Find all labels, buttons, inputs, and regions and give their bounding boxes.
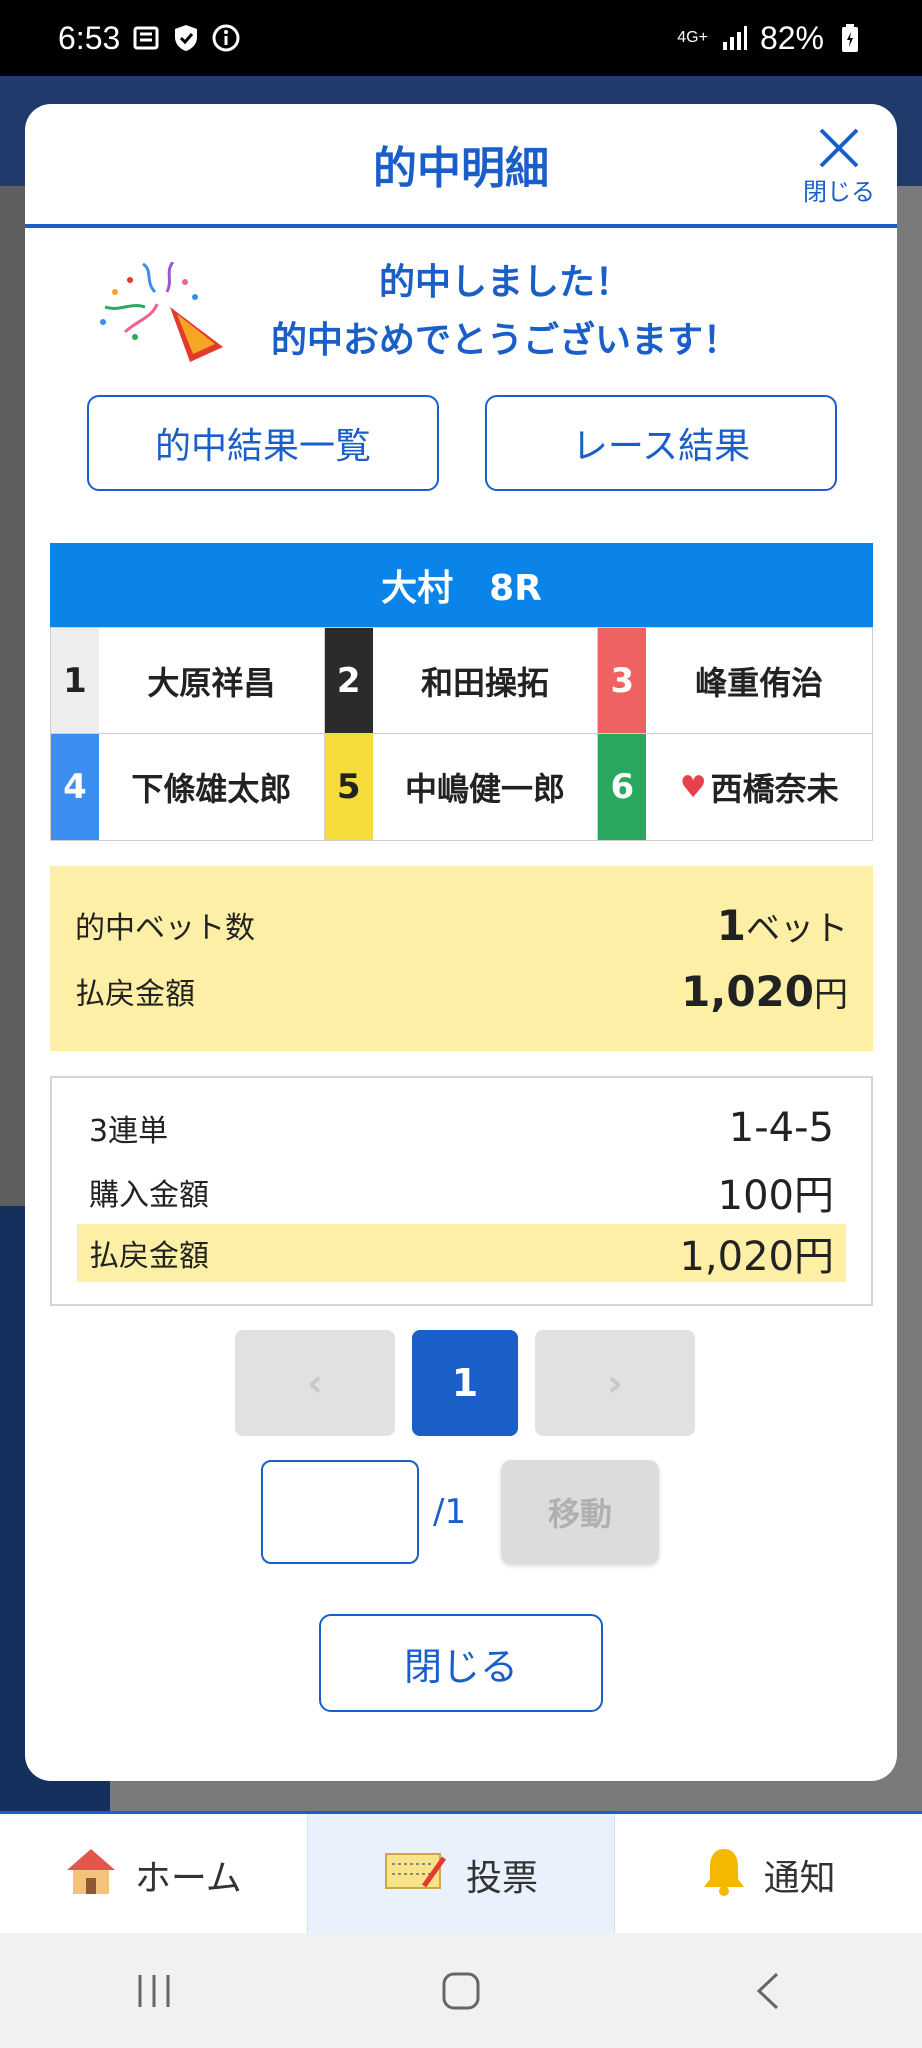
hit-results-button[interactable]: 的中結果一覧 <box>87 395 439 491</box>
racer-name: 和田操拓 <box>420 663 549 702</box>
status-time: 6:53 <box>58 19 121 56</box>
nav-notify[interactable]: 通知 <box>615 1814 922 1936</box>
bet-count-value: 1ベット <box>717 901 848 950</box>
racer-name: 中嶋健一郎 <box>404 770 565 808</box>
nav-vote-label: 投票 <box>466 1858 539 1899</box>
page-total: /1 <box>433 1492 467 1532</box>
status-bar: 6:53 4G+ 82% <box>0 0 922 76</box>
home-icon <box>65 1846 117 1905</box>
bet-count-number: 1 <box>716 900 746 950</box>
close-icon <box>799 126 879 176</box>
payout-total-number: 1,020 <box>681 966 814 1016</box>
racer-cell: 6 ♥ 西橋奈未 <box>598 734 872 840</box>
close-button[interactable]: 閉じる <box>799 126 879 216</box>
recent-apps-icon[interactable] <box>114 1961 194 2021</box>
racer-name: 大原祥昌 <box>147 663 276 702</box>
nav-notify-label: 通知 <box>763 1858 836 1899</box>
bet-type-label: 3連単 <box>89 1114 169 1149</box>
racer-name: 下條雄太郎 <box>131 770 292 808</box>
congrats-line-2: 的中おめでとうございます！ <box>270 320 739 361</box>
racer-number: 4 <box>51 734 99 840</box>
news-icon <box>132 24 160 52</box>
payout-row: 払戻金額 1,020円 <box>77 1224 846 1282</box>
purchase-row: 購入金額 100円 <box>77 1160 846 1224</box>
close-label: 閉じる <box>803 178 875 206</box>
status-left: 6:53 <box>58 20 240 57</box>
modal-title: 的中明細 <box>373 143 549 194</box>
racer-name-cell: 下條雄太郎 <box>99 734 324 840</box>
back-icon[interactable] <box>728 1961 808 2021</box>
network-label: 4G+ <box>677 29 708 46</box>
racer-name: 西橋奈未 <box>710 770 839 808</box>
pagination: ‹ 1 › <box>235 1330 695 1440</box>
prev-page-button[interactable]: ‹ <box>235 1330 395 1436</box>
battery-percent: 82% <box>759 19 824 56</box>
app-bottom-nav: ホーム 投票 通知 <box>0 1811 922 1936</box>
payout-total-row: 払戻金額 1,020円 <box>75 958 848 1024</box>
bet-combination: 1-4-5 <box>728 1105 834 1151</box>
bet-detail: 3連単 1-4-5 購入金額 100円 払戻金額 1,020円 <box>50 1076 873 1306</box>
battery-icon <box>836 24 864 52</box>
payout-label: 払戻金額 <box>89 1239 209 1274</box>
shield-icon <box>172 24 200 52</box>
current-page-button[interactable]: 1 <box>412 1330 518 1436</box>
congrats-message: 的中しました！ 的中おめでとうございます！ <box>25 254 897 374</box>
signal-icon <box>720 24 748 52</box>
bet-count-row: 的中ベット数 1ベット <box>75 892 848 958</box>
racer-name: 峰重侑治 <box>695 663 824 702</box>
payout-value: 1,020円 <box>679 1234 834 1280</box>
home-button-icon[interactable] <box>421 1961 501 2021</box>
congrats-line-1: 的中しました！ <box>378 262 631 303</box>
payout-total-unit: 円 <box>814 974 848 1015</box>
modal-header: 的中明細 閉じる <box>25 104 897 228</box>
payout-total-value: 1,020円 <box>681 967 848 1016</box>
status-right: 4G+ 82% <box>677 20 864 57</box>
racer-number: 1 <box>51 628 99 733</box>
racer-cell: 5 中嶋健一郎 <box>324 734 599 840</box>
congrats-text: 的中しました！ 的中おめでとうございます！ <box>225 254 785 370</box>
racer-name-cell: 大原祥昌 <box>99 628 324 733</box>
hit-detail-modal: 的中明細 閉じる 的中しました！ 的中おめでとうございます！ 的中結果一覧 レー… <box>25 104 897 1781</box>
info-icon <box>212 24 240 52</box>
bet-count-unit: ベット <box>746 908 848 949</box>
racer-number: 3 <box>598 628 647 733</box>
race-header: 大村 8R <box>50 543 873 627</box>
race-results-button[interactable]: レース結果 <box>485 395 837 491</box>
bet-count-label: 的中ベット数 <box>75 911 255 946</box>
payout-total-label: 払戻金額 <box>75 977 195 1012</box>
bet-type-row: 3連単 1-4-5 <box>77 1096 846 1160</box>
system-nav-bar <box>0 1933 922 2048</box>
racer-cell: 4 下條雄太郎 <box>51 734 325 840</box>
result-buttons: 的中結果一覧 レース結果 <box>87 395 837 495</box>
bottom-close-button[interactable]: 閉じる <box>319 1614 603 1712</box>
next-page-button[interactable]: › <box>535 1330 695 1436</box>
racer-name-cell: ♥ 西橋奈未 <box>646 734 872 840</box>
purchase-value: 100円 <box>717 1173 834 1219</box>
racer-name-cell: 峰重侑治 <box>646 628 872 733</box>
page-number-input[interactable] <box>261 1460 419 1564</box>
page-jump: /1 移動 <box>261 1460 691 1570</box>
purchase-label: 購入金額 <box>89 1178 209 1213</box>
ticket-icon <box>384 1848 448 1903</box>
party-popper-icon <box>95 261 225 362</box>
racer-cell: 1 大原祥昌 <box>51 628 325 734</box>
hit-summary: 的中ベット数 1ベット 払戻金額 1,020円 <box>50 866 873 1051</box>
nav-vote[interactable]: 投票 <box>306 1814 616 1936</box>
nav-home[interactable]: ホーム <box>0 1814 307 1936</box>
racer-number: 5 <box>324 734 373 840</box>
racer-cell: 2 和田操拓 <box>324 628 599 734</box>
racer-name-cell: 中嶋健一郎 <box>373 734 598 840</box>
racer-cell: 3 峰重侑治 <box>598 628 872 734</box>
racer-number: 6 <box>598 734 647 840</box>
bell-icon <box>702 1845 746 1906</box>
heart-icon: ♥ <box>679 769 707 805</box>
nav-home-label: ホーム <box>134 1858 242 1899</box>
racer-number: 2 <box>324 628 373 733</box>
go-button[interactable]: 移動 <box>501 1460 659 1564</box>
racer-name-cell: 和田操拓 <box>373 628 598 733</box>
racer-table: 1 大原祥昌 2 和田操拓 3 峰重侑治 4 下條雄太郎 5 中嶋健一郎 6 ♥ 西橋奈未 <box>50 627 873 841</box>
